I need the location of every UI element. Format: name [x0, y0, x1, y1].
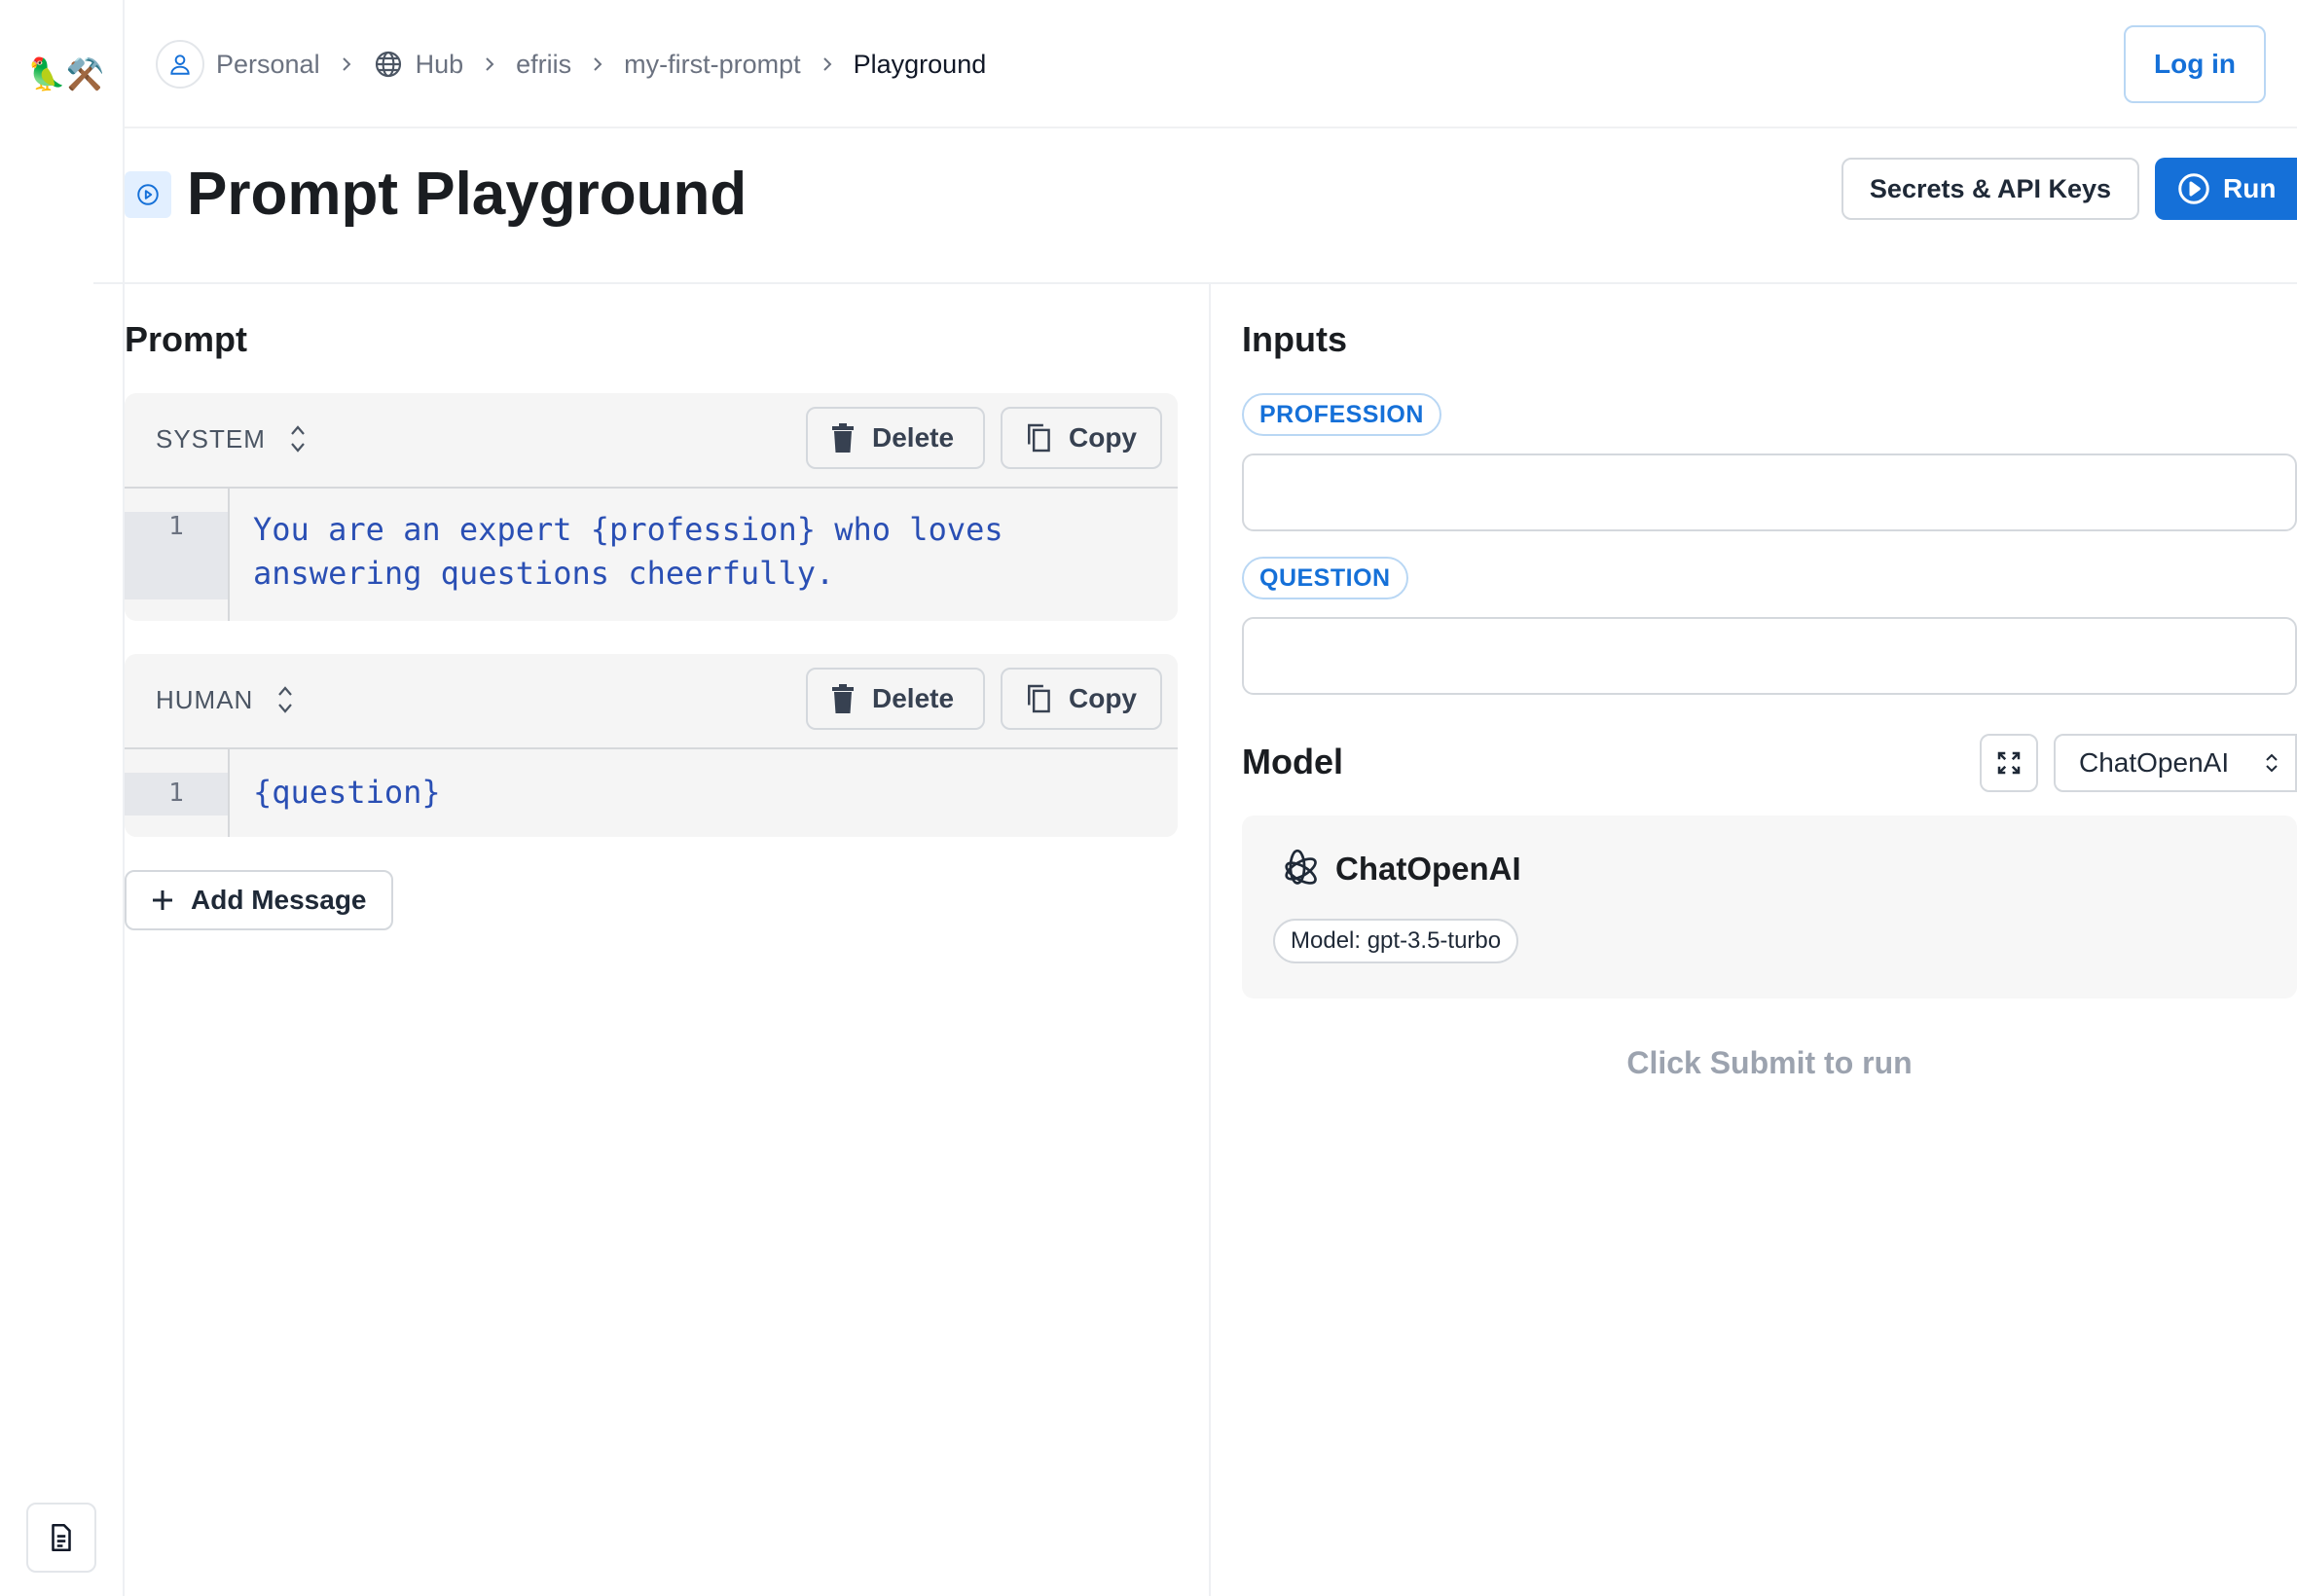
play-circle-icon — [125, 171, 171, 218]
code-line: answering questions cheerfully. — [253, 555, 835, 592]
delete-button[interactable]: Delete — [806, 668, 985, 730]
copy-button[interactable]: Copy — [1001, 407, 1162, 469]
run-hint: Click Submit to run — [1626, 1045, 1913, 1080]
user-icon — [156, 40, 204, 89]
model-card — [1242, 816, 2297, 998]
chevron-up-down-icon — [2266, 753, 2278, 773]
expand-icon — [1997, 751, 2021, 775]
model-card-name: ChatOpenAI — [1335, 851, 1521, 887]
breadcrumb: Personal Hub efriis my-first-prompt Play… — [156, 39, 986, 90]
model-select[interactable]: ChatOpenAI — [2054, 734, 2297, 792]
document-button[interactable] — [26, 1503, 96, 1573]
breadcrumb-item-personal[interactable]: Personal — [156, 40, 320, 89]
chevron-right-icon — [483, 54, 496, 74]
role-selector[interactable]: HUMAN — [156, 683, 294, 716]
prompt-section-title: Prompt — [125, 319, 247, 359]
line-number: 1 — [168, 512, 184, 541]
plus-icon — [153, 890, 172, 910]
trash-icon — [832, 684, 854, 713]
document-icon — [52, 1523, 71, 1552]
breadcrumb-item-owner[interactable]: efriis — [516, 50, 571, 80]
model-select-value: ChatOpenAI — [2079, 747, 2230, 778]
role-selector[interactable]: SYSTEM — [156, 422, 307, 455]
input-label-profession: PROFESSION — [1242, 393, 1441, 436]
breadcrumb-item-current: Playground — [853, 49, 987, 79]
copy-icon — [1028, 684, 1050, 713]
sidebar — [0, 0, 125, 1596]
copy-label: Copy — [1069, 683, 1137, 713]
chevron-right-icon — [340, 54, 353, 74]
copy-button[interactable]: Copy — [1001, 668, 1162, 730]
breadcrumb-label: Personal — [216, 49, 320, 79]
delete-button[interactable]: Delete — [806, 407, 985, 469]
role-label: HUMAN — [156, 684, 254, 714]
add-message-label: Add Message — [191, 885, 367, 915]
openai-icon — [1273, 847, 1322, 900]
message-card-system: SYSTEM Delete Copy 1 You are an expert {… — [125, 393, 1178, 621]
input-label-question: QUESTION — [1242, 557, 1408, 599]
run-button[interactable]: Run — [2155, 158, 2297, 220]
chevron-up-down-icon — [291, 425, 305, 453]
login-button[interactable]: Log in — [2124, 25, 2266, 103]
breadcrumb-item-hub[interactable]: Hub — [373, 49, 464, 80]
message-card-human: HUMAN Delete Copy 1 {question} — [125, 654, 1178, 837]
panel-divider — [1209, 284, 1211, 1596]
message-content[interactable]: {question} — [230, 749, 441, 837]
line-gutter: 1 — [125, 749, 230, 837]
delete-label: Delete — [872, 422, 955, 453]
app-logo[interactable]: 🦜⚒️ — [27, 54, 105, 93]
message-content[interactable]: You are an expert {profession} who loves… — [230, 489, 1003, 621]
play-circle-icon — [2178, 173, 2209, 204]
model-section-title: Model — [1242, 742, 1343, 781]
profession-input[interactable] — [1242, 453, 2297, 531]
run-button-label: Run — [2223, 173, 2277, 203]
role-label: SYSTEM — [156, 423, 266, 453]
message-editor[interactable]: 1 {question} — [125, 749, 1178, 837]
secrets-api-keys-button[interactable]: Secrets & API Keys — [1841, 158, 2139, 220]
chevron-right-icon — [820, 54, 834, 74]
globe-icon — [373, 49, 404, 80]
breadcrumb-label: Hub — [415, 49, 464, 79]
copy-label: Copy — [1069, 422, 1137, 453]
chevron-up-down-icon — [278, 686, 293, 713]
question-input[interactable] — [1242, 617, 2297, 695]
message-header: SYSTEM Delete Copy — [125, 393, 1178, 489]
inputs-section-title: Inputs — [1242, 319, 1347, 359]
breadcrumb-item-prompt[interactable]: my-first-prompt — [624, 50, 801, 80]
page-title: Prompt Playground — [187, 161, 747, 228]
delete-label: Delete — [872, 683, 955, 713]
message-editor[interactable]: 1 You are an expert {profession} who lov… — [125, 489, 1178, 621]
line-gutter: 1 — [125, 489, 230, 621]
line-number: 1 — [168, 779, 184, 808]
expand-button[interactable] — [1980, 734, 2038, 792]
add-message-button[interactable]: Add Message — [125, 870, 393, 930]
chevron-right-icon — [591, 54, 604, 74]
message-header: HUMAN Delete Copy — [125, 654, 1178, 749]
model-detail-badge: Model: gpt-3.5-turbo — [1273, 919, 1519, 963]
code-line: You are an expert {profession} who loves — [253, 511, 1003, 548]
copy-icon — [1028, 423, 1050, 453]
trash-icon — [832, 423, 854, 453]
header-divider — [93, 282, 2297, 284]
code-line: {question} — [253, 774, 441, 811]
